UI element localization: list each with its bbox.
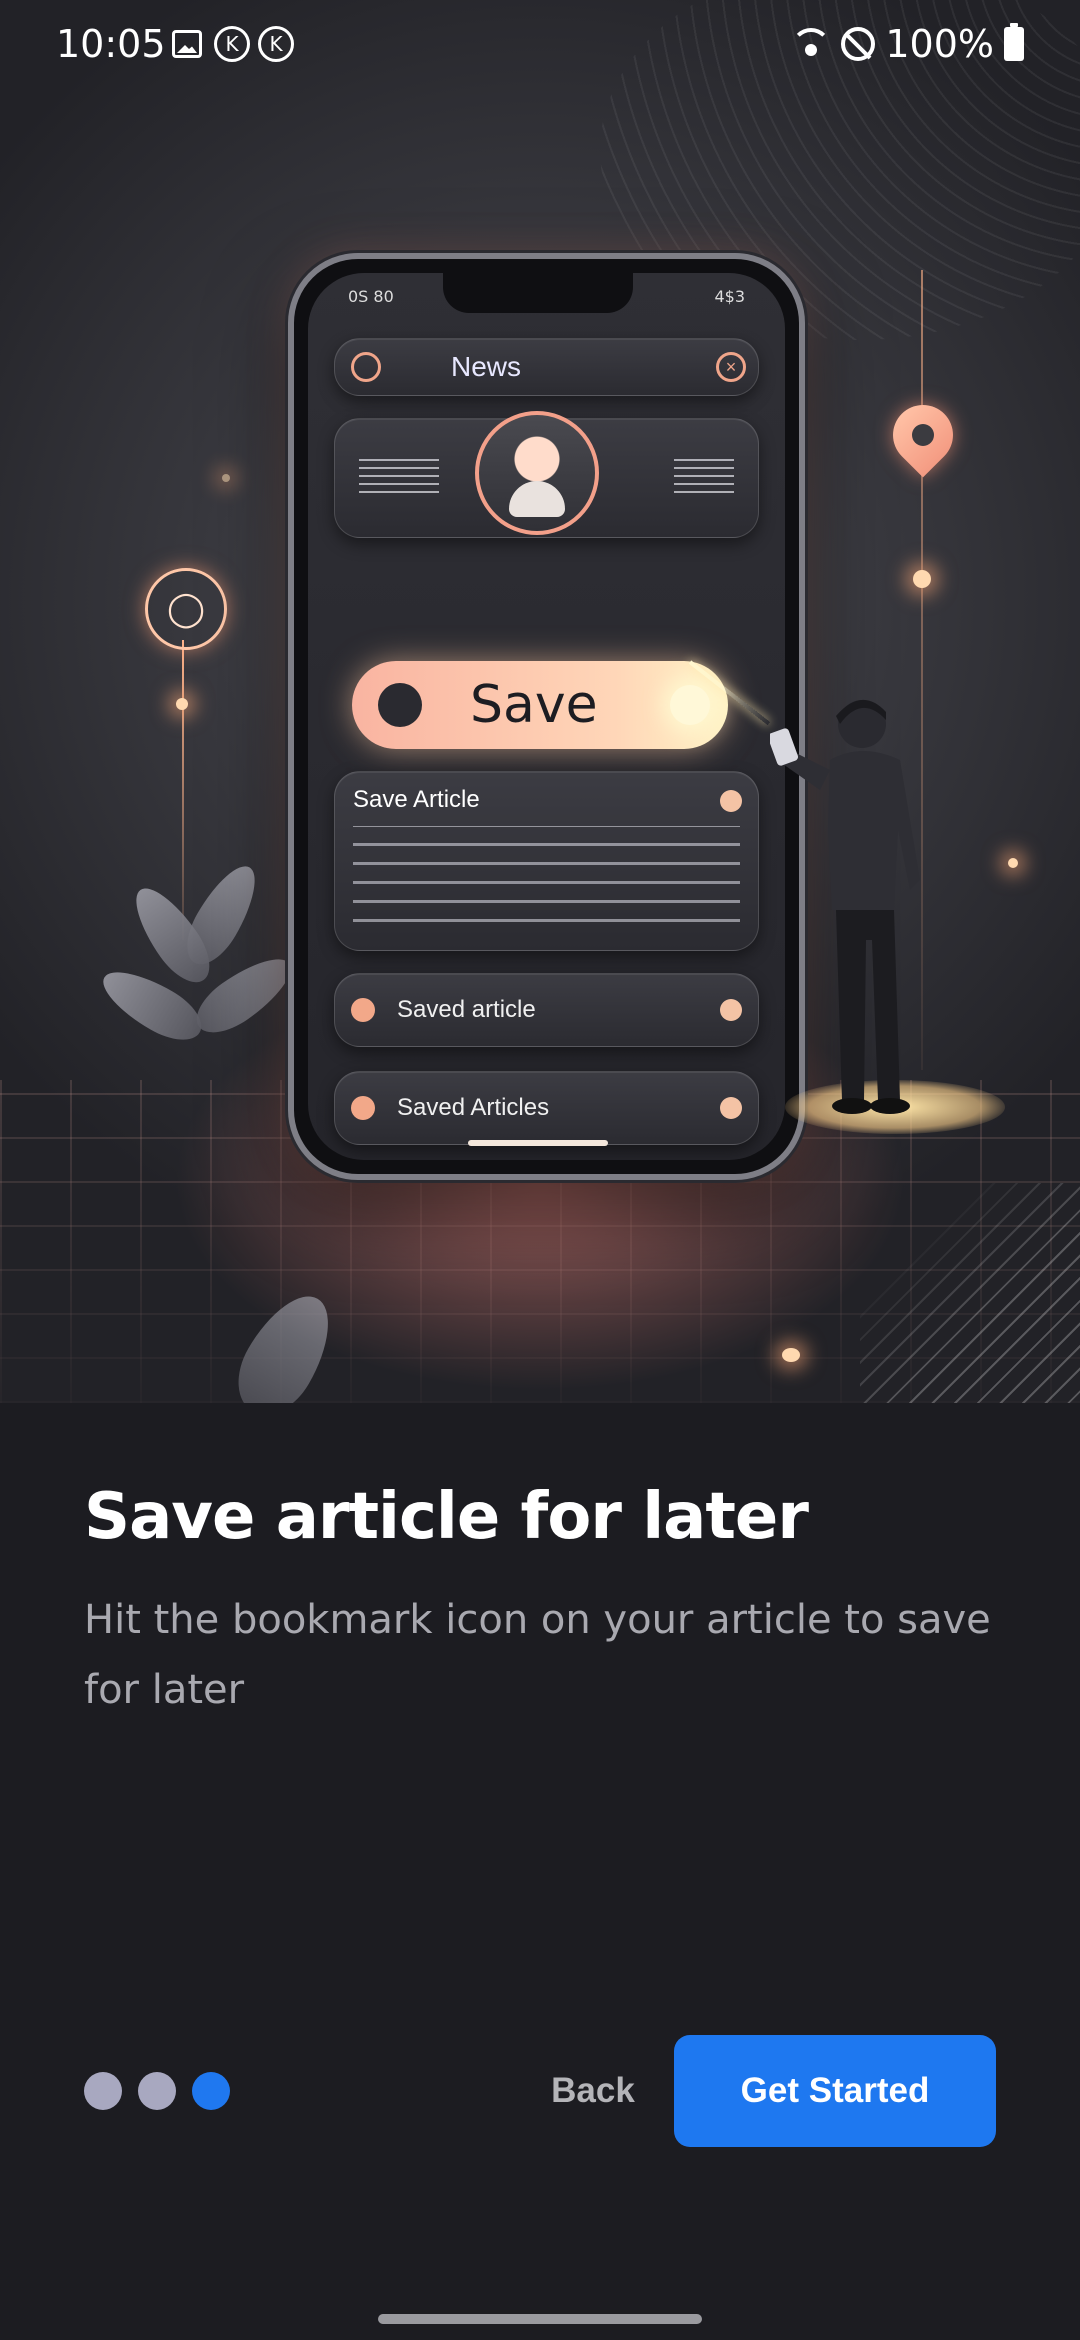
mock-row-label: Saved Articles xyxy=(397,1094,550,1121)
page-indicator xyxy=(84,2072,230,2110)
decorative-lines xyxy=(860,1183,1080,1403)
mock-save-icon xyxy=(378,683,422,727)
glow-dot xyxy=(913,570,931,588)
light-pole xyxy=(182,640,184,940)
glow-dot xyxy=(222,474,230,482)
page-dot xyxy=(84,2072,122,2110)
battery-icon xyxy=(1004,23,1024,61)
k-circle-icon: K xyxy=(214,26,250,62)
glowing-orb-icon: ◯ xyxy=(145,568,227,650)
mock-news-icon xyxy=(351,352,381,382)
mock-status-time: 0S 80 xyxy=(348,287,394,306)
mock-list-row: Saved article xyxy=(334,973,759,1047)
mock-row-icon xyxy=(351,998,375,1022)
mock-avatar xyxy=(475,411,599,535)
mock-home-indicator xyxy=(468,1140,608,1146)
home-indicator[interactable] xyxy=(378,2314,702,2324)
back-button[interactable]: Back xyxy=(536,2060,650,2122)
hero-illustration: ◯ 0S 80 4$3 News × Save Save Article Sav… xyxy=(0,0,1080,1403)
onboarding-description: Hit the bookmark icon on your article to… xyxy=(84,1597,991,1713)
image-icon xyxy=(172,30,202,58)
status-bar: 10:05 K K 100% xyxy=(0,0,1080,90)
onboarding-title: Save article for later xyxy=(84,1480,809,1554)
mock-chevron-icon xyxy=(720,790,742,812)
page-dot-active xyxy=(192,2072,230,2110)
k-circle-icon: K xyxy=(258,26,294,62)
mock-list-row: Saved Articles xyxy=(334,1071,759,1145)
mock-article-text xyxy=(353,826,740,922)
glow-dot xyxy=(1008,858,1018,868)
mock-status-info: 4$3 xyxy=(714,287,745,306)
glow-dot xyxy=(782,1348,800,1362)
wifi-icon xyxy=(791,28,832,60)
person-illustration xyxy=(770,699,920,1114)
mock-row-label: Saved article xyxy=(397,996,536,1023)
mock-chevron-icon xyxy=(720,999,742,1021)
mock-chevron-icon xyxy=(720,1097,742,1119)
mock-save-label: Save xyxy=(470,675,598,735)
mock-profile-card xyxy=(334,411,759,538)
mock-close-icon: × xyxy=(716,352,746,382)
mock-save-button: Save xyxy=(352,661,728,749)
mock-news-bar: News × xyxy=(334,338,759,396)
do-not-disturb-icon xyxy=(841,27,876,61)
mock-article-card: Save Article xyxy=(334,771,759,951)
mock-row-icon xyxy=(351,1096,375,1120)
glow-dot xyxy=(176,698,188,710)
mock-article-title: Save Article xyxy=(353,786,480,813)
phone-mockup: 0S 80 4$3 News × Save Save Article Saved… xyxy=(288,253,805,1180)
status-time: 10:05 xyxy=(56,22,166,66)
battery-percentage: 100% xyxy=(885,22,994,66)
location-pin-icon xyxy=(880,392,966,478)
mock-news-label: News xyxy=(451,351,522,382)
get-started-button[interactable]: Get Started xyxy=(674,2035,996,2147)
page-dot xyxy=(138,2072,176,2110)
glow-dot xyxy=(670,685,710,725)
